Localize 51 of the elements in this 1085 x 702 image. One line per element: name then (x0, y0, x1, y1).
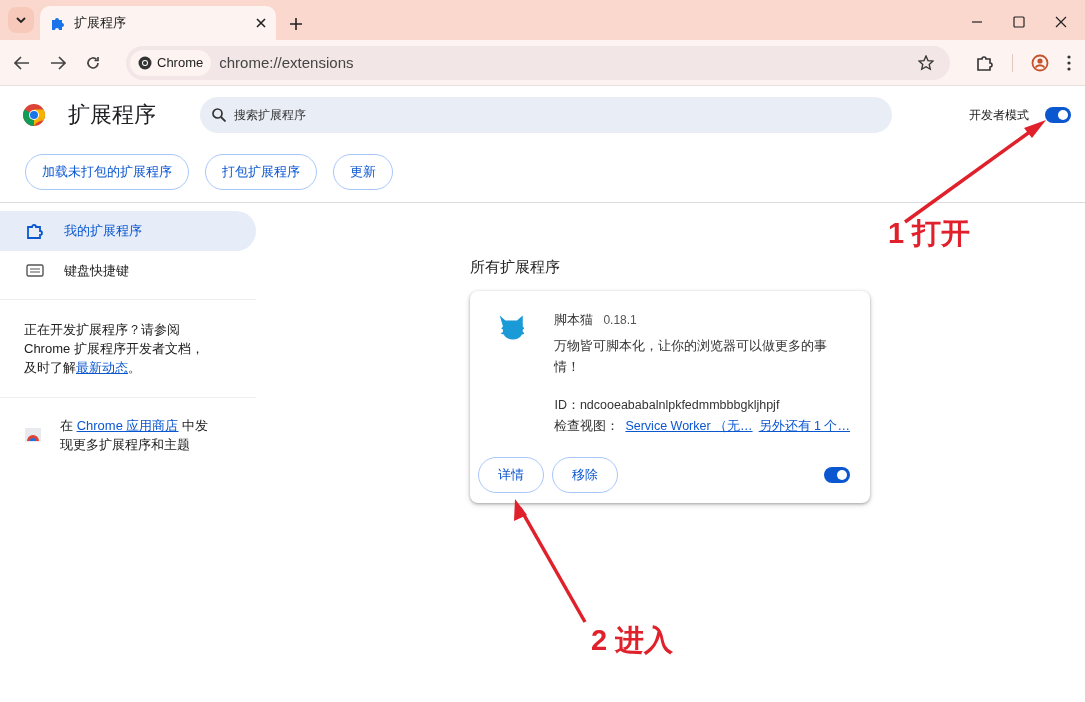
caret-icon (16, 17, 26, 23)
close-icon[interactable] (256, 18, 266, 28)
reload-icon[interactable] (86, 55, 100, 70)
remove-button[interactable]: 移除 (552, 457, 618, 493)
update-button[interactable]: 更新 (333, 154, 393, 190)
page-title: 扩展程序 (68, 101, 157, 129)
chrome-logo-icon (22, 103, 46, 127)
address-bar[interactable]: Chrome chrome://extensions (126, 45, 950, 80)
browser-tab[interactable]: 扩展程序 (40, 6, 276, 40)
puzzle-icon (50, 15, 66, 31)
sidebar-item[interactable]: 键盘快捷键 (0, 251, 256, 291)
sidebar-item[interactable]: 我的扩展程序 (0, 211, 256, 251)
extension-id: ID：ndcooeababalnlpkfedmmbbbgkljhpjf (554, 397, 781, 414)
web-store-note: 在 Chrome 应用商店 中发现更多扩展程序和主题 (60, 417, 210, 454)
news-link[interactable]: 最新动态 (76, 360, 128, 375)
close-icon[interactable] (1055, 16, 1067, 28)
tab-title: 扩展程序 (74, 14, 127, 32)
annotation-label: 2 进入 (591, 623, 674, 658)
new-tab-icon[interactable] (290, 18, 302, 30)
web-store-icon (24, 426, 42, 444)
profile-icon[interactable] (1031, 53, 1049, 72)
pack-extension-button[interactable]: 打包扩展程序 (205, 154, 317, 190)
inspect-views-label: 检查视图： (554, 418, 620, 435)
url-text: chrome://extensions (219, 54, 355, 71)
maximize-icon[interactable] (1013, 16, 1025, 28)
extension-version: 0.18.1 (603, 313, 637, 327)
toggle-switch[interactable] (824, 467, 850, 483)
developer-mode-label: 开发者模式 (969, 106, 1029, 124)
annotation-label: 1 打开 (888, 216, 971, 251)
load-unpacked-button[interactable]: 加载未打包的扩展程序 (25, 154, 189, 190)
inspect-view-link[interactable]: 另外还有 1 个… (758, 418, 850, 435)
extension-name: 脚本猫 (554, 311, 594, 329)
more-menu-icon[interactable] (1067, 54, 1071, 71)
site-chip[interactable]: Chrome (130, 49, 212, 76)
star-icon[interactable] (918, 54, 934, 71)
puzzle-icon (26, 222, 44, 240)
puzzle-icon[interactable] (976, 53, 994, 72)
toggle-switch[interactable] (1045, 107, 1071, 123)
chrome-logo-icon (138, 55, 152, 70)
search-icon (212, 108, 226, 122)
extension-description: 万物皆可脚本化，让你的浏览器可以做更多的事情！ (554, 337, 829, 376)
developer-note: 正在开发扩展程序？请参阅 Chrome 扩展程序开发者文档，及时了解最新动态。 (24, 321, 205, 377)
details-button[interactable]: 详情 (478, 457, 544, 493)
keyboard-icon (26, 262, 44, 280)
back-icon[interactable] (14, 55, 30, 70)
section-title: 所有扩展程序 (470, 258, 561, 277)
tab-list-button[interactable] (8, 7, 34, 33)
search-field[interactable]: 搜索扩展程序 (200, 97, 892, 133)
inspect-view-link[interactable]: Service Worker （无… (625, 418, 753, 435)
forward-icon[interactable] (50, 55, 66, 70)
web-store-link[interactable]: Chrome 应用商店 (76, 418, 179, 433)
